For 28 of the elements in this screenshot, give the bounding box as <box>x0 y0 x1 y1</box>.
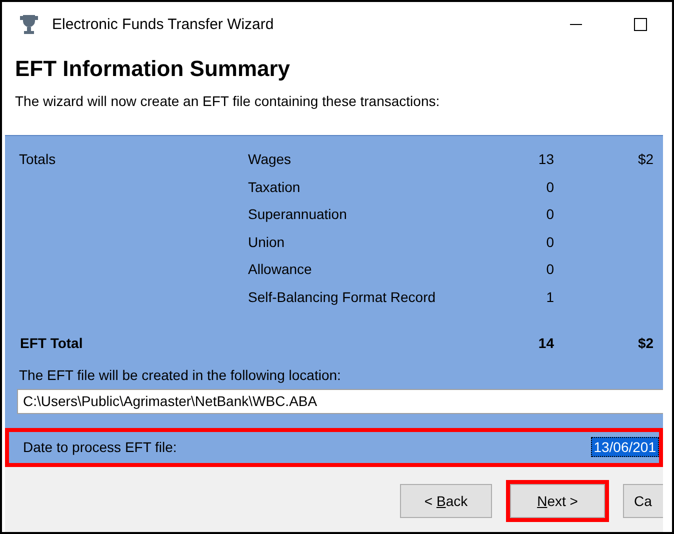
count-value: 1 <box>546 288 554 304</box>
file-path-field[interactable]: C:\Users\Public\Agrimaster\NetBank\WBC.ABA <box>17 388 663 414</box>
category-label: Allowance <box>248 261 312 277</box>
wizard-button[interactable]: < Back <box>400 484 492 518</box>
maximize-icon <box>634 18 646 30</box>
total-amount: $2 <box>638 335 654 351</box>
page-subtitle: The wizard will now create an EFT file containing these transactions: <box>14 92 441 111</box>
count-value: 0 <box>546 206 554 222</box>
totals-label: Totals <box>19 151 56 167</box>
wizard-button[interactable]: Ca <box>623 484 663 518</box>
location-label: The EFT file will be created in the following location: <box>18 366 342 385</box>
category-label: Self-Balancing Format Record <box>248 288 436 304</box>
window-title: Electronic Funds Transfer Wizard <box>52 16 275 32</box>
trophy-icon <box>18 13 40 35</box>
category-label: Taxation <box>248 178 300 194</box>
count-value: 0 <box>546 234 554 250</box>
date-label: Date to process EFT file: <box>23 439 177 455</box>
category-label: Superannuation <box>248 206 347 222</box>
total-count: 14 <box>538 335 554 351</box>
date-field[interactable]: 13/06/201 <box>590 437 659 457</box>
category-label: Wages <box>248 151 292 167</box>
page-heading: EFT Information Summary <box>14 55 292 83</box>
category-label: Union <box>248 234 285 250</box>
amount-value: $2 <box>638 151 654 167</box>
total-label: EFT Total <box>20 335 83 351</box>
count-value: 0 <box>546 261 554 277</box>
count-value: 13 <box>538 151 554 167</box>
count-value: 0 <box>546 178 554 194</box>
